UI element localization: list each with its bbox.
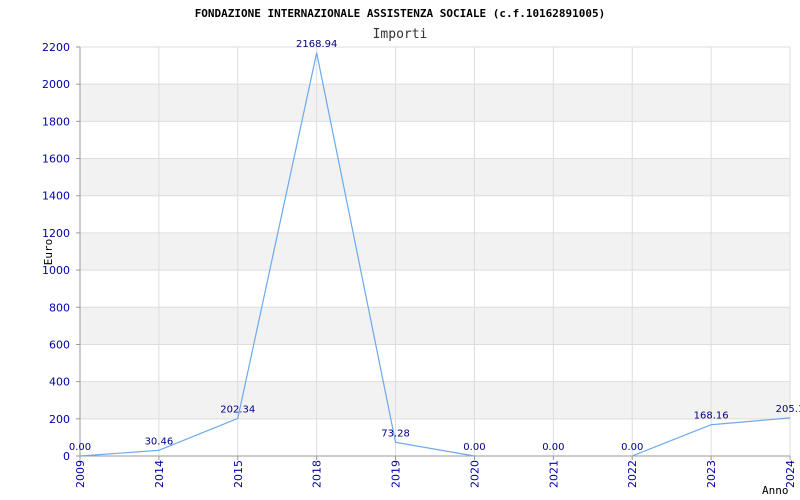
y-tick-label: 2000 (42, 78, 70, 91)
x-tick-label: 2009 (74, 460, 87, 488)
x-tick-label: 2014 (153, 460, 166, 488)
data-label: 168.16 (694, 411, 729, 422)
plot-background-bands (80, 84, 790, 419)
x-tick-label: 2020 (468, 460, 481, 488)
x-axis-label: Anno (762, 484, 789, 497)
data-label: 73.28 (381, 428, 410, 439)
x-axis-ticks: 2009 2014 2015 2018 2019 2020 2021 2022 2023 2024 (74, 456, 797, 488)
data-label: 2168.94 (296, 39, 337, 50)
x-tick-label: 2021 (547, 460, 560, 488)
x-tick-label: 2018 (311, 460, 324, 488)
grid-band (80, 381, 790, 419)
grid-band (80, 158, 790, 196)
y-tick-label: 1800 (42, 115, 70, 128)
data-label: 205.1 (776, 404, 800, 415)
grid-band (80, 307, 790, 345)
data-label: 0.00 (69, 442, 91, 453)
y-axis-label: Euro (42, 239, 55, 266)
data-label: 0.00 (621, 442, 643, 453)
grid-band (80, 232, 790, 271)
chart-title: FONDAZIONE INTERNAZIONALE ASSISTENZA SOC… (195, 7, 606, 20)
grid-band (80, 84, 790, 122)
y-tick-label: 600 (49, 338, 70, 351)
x-tick-label: 2022 (626, 460, 639, 488)
y-tick-label: 800 (49, 301, 70, 314)
data-label: 0.00 (463, 442, 485, 453)
y-tick-label: 1400 (42, 190, 70, 203)
data-label: 0.00 (542, 442, 564, 453)
x-tick-label: 2015 (232, 460, 245, 488)
y-tick-label: 2200 (42, 41, 70, 54)
y-tick-label: 400 (49, 376, 70, 389)
data-label: 30.46 (145, 436, 174, 447)
chart-subtitle: Importi (373, 27, 428, 42)
data-label: 202.34 (220, 404, 255, 415)
x-tick-label: 2023 (705, 460, 718, 488)
y-tick-label: 200 (49, 413, 70, 426)
y-tick-label: 1200 (42, 227, 70, 240)
line-chart: 0200400600800100012001400160018002000220… (42, 7, 800, 497)
y-tick-label: 1600 (42, 153, 70, 166)
x-tick-label: 2019 (390, 460, 403, 488)
